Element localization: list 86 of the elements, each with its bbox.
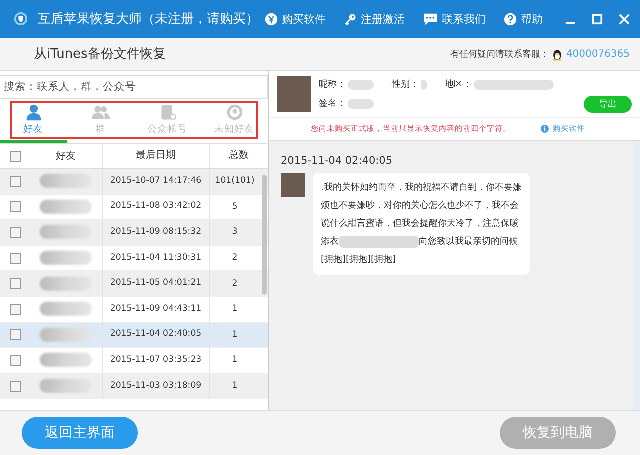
table-cell: 2015-11-09 08:15:32 [102, 220, 210, 245]
blurred-value-placeholder [348, 98, 374, 108]
table-cell-text: 1 [231, 330, 239, 340]
menu-item[interactable]: 购买软件 [259, 12, 332, 26]
table-row[interactable]: 2015-11-09 08:15:32 3 [0, 220, 268, 246]
table-cell: 2015-11-07 03:35:23 [102, 348, 210, 373]
document-icon [158, 104, 176, 120]
table-cell: 2015-11-05 04:01:21 [102, 271, 210, 296]
menu-item[interactable]: 帮助 [498, 12, 549, 26]
message-text: .我的关怀如约而至，我的祝福不请自到，你不要嫌 [321, 182, 522, 195]
table-row[interactable]: 2015-11-04 02:40:05 1 [0, 322, 268, 348]
blurred-name-placeholder [40, 353, 92, 368]
avatar-circle-icon [226, 104, 244, 120]
message-timestamp: 2015-11-04 02:40:05 [281, 155, 394, 167]
message-text: 向您致以我最亲切的问候 [419, 236, 518, 249]
person-icon [24, 104, 42, 120]
table-cell: 2015-11-03 03:18:09 [102, 374, 210, 399]
chat-bubble-icon [423, 12, 438, 26]
support-label: 有任何疑问请联系客服： [450, 48, 550, 60]
table-cell: 2015-10-07 14:17:46 [102, 169, 210, 194]
key-icon [344, 12, 357, 26]
select-all-checkbox[interactable] [10, 150, 20, 162]
restore-button[interactable]: 恢复到电脑 [500, 417, 616, 449]
blurred-name-placeholder [40, 328, 92, 342]
blurred-name-placeholder [40, 276, 92, 291]
message-text: 说什么甜言蜜语，但我会提醒你天冷了，注意保暖 [321, 217, 519, 231]
field-label: 地区： [445, 78, 472, 91]
blurred-name-placeholder [40, 200, 92, 214]
checkbox[interactable] [10, 226, 20, 238]
message-text: 添衣 [321, 236, 339, 249]
table-cell-text: 3 [231, 227, 239, 238]
checkbox[interactable] [10, 380, 20, 392]
blurred-value-placeholder [348, 80, 374, 90]
people-icon [92, 104, 110, 120]
page-title: 从iTunes备份文件恢复 [34, 46, 166, 63]
info-icon [541, 125, 549, 133]
table-cell-text: 1 [231, 381, 239, 392]
table-row[interactable]: 2015-11-05 04:01:21 2 [0, 271, 268, 297]
table-cell: 2015-11-09 04:43:11 [102, 296, 210, 322]
table-cell-text: 1 [231, 355, 239, 366]
blurred-name-placeholder [40, 174, 92, 188]
column-header: 总数 [228, 148, 250, 163]
penguin-icon [552, 48, 564, 60]
checkbox[interactable] [10, 252, 20, 264]
checkbox[interactable] [10, 201, 20, 212]
window-title: 互盾苹果恢复大师（未注册，请购买） [38, 11, 259, 28]
checkbox[interactable] [10, 176, 20, 187]
message-text: [拥抱][拥抱][拥抱] [321, 254, 396, 267]
checkbox[interactable] [10, 278, 20, 290]
table-cell: 2015-11-08 03:42:02 [102, 194, 210, 220]
photo-placeholder [277, 76, 311, 112]
table-cell-text: 1 [231, 304, 239, 314]
scrollbar[interactable] [262, 175, 267, 295]
field-label: 昵称： [319, 78, 346, 91]
maximize-icon[interactable] [592, 14, 603, 24]
field-label: 性别： [392, 78, 419, 91]
checkbox[interactable] [10, 304, 20, 315]
column-header: 最后日期 [102, 144, 210, 168]
tab[interactable]: 好友 [0, 99, 67, 143]
support-phone-link[interactable]: 4000076365 [566, 48, 630, 60]
close-icon[interactable] [619, 14, 630, 24]
table-row[interactable]: 2015-11-03 03:18:09 1 [0, 374, 268, 400]
checkbox[interactable] [10, 329, 20, 340]
photo-placeholder [281, 173, 305, 197]
blurred-name-placeholder [40, 251, 92, 266]
menu-item[interactable]: 注册激活 [338, 12, 411, 26]
table-cell-text: 101(101) [214, 176, 256, 186]
message-text: 烦也不要嫌吵，对你的关心怎么也少不了，我不会 [321, 200, 519, 213]
checkbox[interactable] [10, 354, 20, 366]
table-cell: 2015-11-04 02:40:05 [102, 322, 210, 348]
table-cell-text: 5 [231, 202, 239, 212]
menu-item[interactable]: 联系我们 [417, 12, 492, 26]
blurred-value-placeholder [421, 80, 427, 90]
help-icon [504, 12, 517, 26]
back-button[interactable]: 返回主界面 [22, 417, 138, 449]
table-row[interactable]: 2015-10-07 14:17:46 101(101) [0, 169, 268, 195]
blurred-name-placeholder [40, 225, 92, 240]
yuan-icon [265, 12, 278, 26]
field-label: 签名： [319, 98, 346, 110]
blurred-name-placeholder [40, 379, 92, 394]
search-field[interactable]: 搜索：联系人，群，公众号 [0, 75, 268, 99]
column-header: 好友 [55, 150, 77, 163]
blurred-name-placeholder [40, 302, 92, 316]
export-button[interactable]: 导出 [584, 96, 632, 113]
table-cell-text: 2 [231, 278, 239, 289]
table-cell-text: 2 [231, 253, 239, 264]
